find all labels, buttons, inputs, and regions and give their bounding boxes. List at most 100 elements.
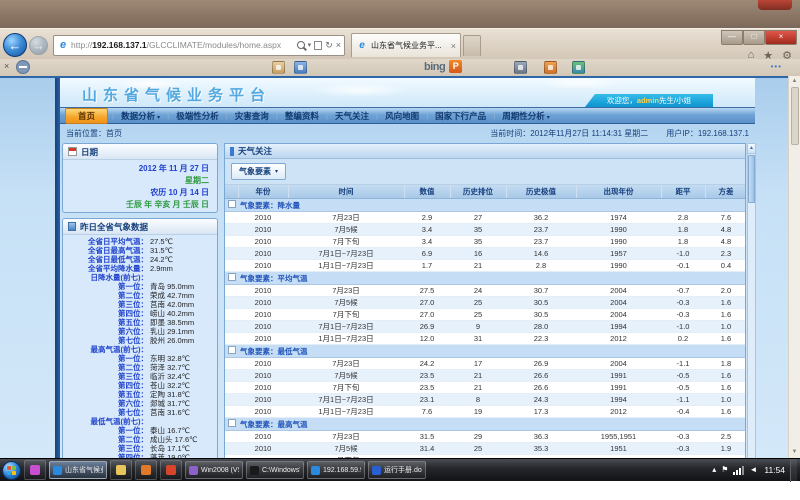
weather-row: 第三位：长岛 17.1℃ bbox=[66, 444, 214, 453]
table-cell: 7月1日~7月23日 bbox=[288, 394, 404, 406]
weather-group-title: 最高气温(前七)： bbox=[66, 345, 214, 354]
table-cell: 1955,1951 bbox=[576, 431, 661, 443]
app-icon bbox=[189, 466, 198, 475]
table-row: 20107月下旬27.02530.52004-0.31.6 bbox=[225, 309, 746, 321]
back-button[interactable]: ← bbox=[3, 33, 27, 57]
tab-close-icon[interactable]: × bbox=[451, 41, 456, 51]
nav-item-8[interactable]: 周期性分析▾ bbox=[495, 110, 557, 122]
refresh-icon[interactable]: ↻ bbox=[325, 40, 333, 51]
scrollbar-thumb[interactable] bbox=[748, 155, 755, 203]
taskbar-word-button[interactable]: 运行手册.docx ... bbox=[368, 461, 426, 479]
browser-scroll-down-icon[interactable]: ▼ bbox=[789, 447, 800, 458]
table-cell: 7月5候 bbox=[288, 224, 404, 236]
weather-value: 2.9mm bbox=[150, 264, 173, 273]
taskbar-ie-button[interactable]: 山东省气候业务平台 bbox=[49, 461, 107, 479]
nav-item-3[interactable]: 灾害查询 bbox=[228, 110, 276, 122]
table-cell: 7月23日 bbox=[288, 285, 404, 297]
nav-item-5[interactable]: 天气关注 bbox=[328, 110, 376, 122]
address-bar[interactable]: e http://192.168.137.1/GLCCLIMATE/module… bbox=[53, 35, 345, 56]
stop-icon[interactable]: × bbox=[336, 40, 341, 50]
taskbar-cmd-button[interactable]: C:\Windows\s... bbox=[246, 461, 304, 479]
table-section-row: 气象要素：最低气温 bbox=[225, 345, 746, 358]
volume-icon[interactable]: ◄ bbox=[749, 465, 757, 475]
show-hidden-icons[interactable]: ▴ bbox=[712, 465, 716, 475]
new-tab-button[interactable] bbox=[463, 35, 481, 56]
nav-item-2[interactable]: 极端性分析 bbox=[169, 110, 226, 122]
taskbar-button-label: 山东省气候业务平台 bbox=[65, 465, 103, 475]
table-cell: 4.8 bbox=[705, 224, 746, 236]
bing-search[interactable]: bing P bbox=[424, 60, 462, 73]
app-icon bbox=[372, 466, 381, 475]
table-cell: 7月下旬 bbox=[288, 309, 404, 321]
browser-tab[interactable]: e 山东省气候业务平... × bbox=[351, 33, 461, 57]
table-cell: 1.6 bbox=[705, 406, 746, 418]
toolbar-stop-icon[interactable] bbox=[16, 60, 30, 74]
camera-icon[interactable] bbox=[514, 61, 527, 74]
people-icon[interactable] bbox=[572, 61, 585, 74]
nav-item-1[interactable]: 数据分析▾ bbox=[114, 110, 167, 122]
weather-group-title: 最低气温(前七)： bbox=[66, 417, 214, 426]
scroll-up-icon[interactable]: ▲ bbox=[748, 144, 755, 154]
table-cell: 2010 bbox=[238, 358, 288, 370]
element-filter-button[interactable]: 气象要素▾ bbox=[231, 163, 286, 180]
pinwheel-icon[interactable] bbox=[24, 460, 46, 480]
folder-icon[interactable] bbox=[110, 460, 132, 480]
image-icon[interactable] bbox=[294, 61, 307, 74]
table-cell: 1994 bbox=[576, 394, 661, 406]
search-icon[interactable] bbox=[297, 41, 305, 49]
nav-item-0[interactable]: 首页 bbox=[65, 108, 108, 124]
weather-value: 定陶 31.8℃ bbox=[150, 390, 190, 399]
table-cell: 26.9 bbox=[506, 358, 576, 370]
table-cell: 1.0 bbox=[705, 321, 746, 333]
checkbox[interactable] bbox=[228, 419, 236, 427]
toolbar-more-icon[interactable]: ••• bbox=[771, 62, 782, 71]
weather-label: 全省日平均气温： bbox=[66, 237, 148, 246]
weather-group-title: 日降水量(前七)： bbox=[66, 273, 214, 282]
browser-scrollbar-thumb[interactable] bbox=[791, 87, 799, 145]
nav-item-7[interactable]: 国家下行产品 bbox=[428, 110, 493, 122]
paw-icon[interactable] bbox=[544, 61, 557, 74]
checkbox[interactable] bbox=[228, 273, 236, 281]
show-desktop-button[interactable] bbox=[790, 459, 797, 482]
table-cell: 2010 bbox=[238, 297, 288, 309]
weather-value: 31.5℃ bbox=[150, 246, 173, 255]
table-cell: 2.9 bbox=[404, 212, 450, 224]
search-provider-icon[interactable]: P bbox=[449, 60, 462, 73]
table-cell: 31.4 bbox=[404, 443, 450, 455]
weather-label: 第三位： bbox=[66, 372, 148, 381]
checkbox[interactable] bbox=[228, 346, 236, 354]
taskbar-remote-button[interactable]: 192.168.59.99... bbox=[307, 461, 365, 479]
weather-row: 第一位：泰山 16.7℃ bbox=[66, 426, 214, 435]
toolbar-close-icon[interactable]: × bbox=[4, 61, 9, 71]
checkbox[interactable] bbox=[228, 200, 236, 208]
table-cell: 1.7 bbox=[404, 260, 450, 272]
table-cell: 7月23日 bbox=[288, 431, 404, 443]
browser-scroll-up-icon[interactable]: ▲ bbox=[789, 76, 800, 87]
table-cell: 2010 bbox=[238, 248, 288, 260]
network-icon[interactable] bbox=[733, 466, 744, 475]
taskbar-button-label: Win2008 (VS2... bbox=[201, 467, 239, 474]
start-button[interactable] bbox=[2, 461, 21, 480]
forward-button[interactable]: → bbox=[29, 36, 48, 55]
table-cell: -0.7 bbox=[661, 285, 705, 297]
weather-row: 第七位：莒南 31.6℃ bbox=[66, 408, 214, 417]
table-cell: 1991 bbox=[576, 382, 661, 394]
table-cell: 25 bbox=[450, 297, 506, 309]
taskbar-vm-button[interactable]: Win2008 (VS2... bbox=[185, 461, 243, 479]
tab-title: 山东省气候业务平... bbox=[371, 40, 448, 51]
taskbar-clock[interactable]: 11:54 bbox=[764, 465, 785, 475]
nav-item-6[interactable]: 风向地图 bbox=[378, 110, 426, 122]
mail-icon[interactable] bbox=[272, 61, 285, 74]
weather-focus-header: 天气关注 bbox=[225, 144, 745, 159]
browser-scrollbar[interactable]: ▲ ▼ bbox=[788, 76, 800, 458]
action-center-icon[interactable]: ⚑ bbox=[721, 465, 728, 475]
panel-scrollbar[interactable]: ▲ bbox=[747, 143, 756, 458]
media-player-icon[interactable] bbox=[135, 460, 157, 480]
compatibility-view-icon[interactable] bbox=[314, 41, 322, 50]
table-cell: 2010 bbox=[238, 406, 288, 418]
chevron-down-icon[interactable]: ▾ bbox=[308, 41, 312, 49]
table-row: 20107月5候3.43523.719901.84.8 bbox=[225, 224, 746, 236]
browser-icon[interactable] bbox=[160, 460, 182, 480]
nav-item-4[interactable]: 整编资料 bbox=[278, 110, 326, 122]
weather-row: 第五位：定陶 31.8℃ bbox=[66, 390, 214, 399]
